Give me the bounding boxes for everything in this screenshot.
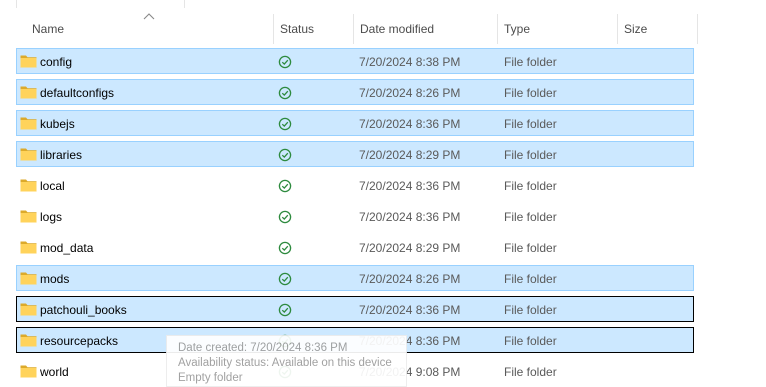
folder-icon <box>20 333 37 347</box>
file-name: mods <box>40 272 70 286</box>
file-type: File folder <box>504 210 557 224</box>
folder-icon <box>20 240 37 254</box>
file-name: kubejs <box>40 117 75 131</box>
sync-check-icon <box>278 117 292 131</box>
file-type: File folder <box>504 179 557 193</box>
folder-icon <box>20 209 37 223</box>
file-type: File folder <box>504 117 557 131</box>
tooltip-availability: Availability status: Available on this d… <box>178 357 392 369</box>
folder-icon <box>20 147 37 161</box>
file-name: logs <box>40 210 63 224</box>
file-date-modified: 7/20/2024 8:38 PM <box>359 55 461 69</box>
file-row[interactable]: mod_data 7/20/2024 8:29 PM File folder <box>16 234 694 260</box>
file-type: File folder <box>504 303 557 317</box>
column-header-bar: Name Status Date modified Type Size <box>0 13 766 46</box>
file-name: libraries <box>40 148 83 162</box>
sync-check-icon <box>278 210 292 224</box>
sync-check-icon <box>278 55 292 69</box>
file-name: defaultconfigs <box>40 86 115 100</box>
folder-icon <box>20 178 37 192</box>
file-row[interactable]: patchouli_books 7/20/2024 8:36 PM File fol… <box>16 296 694 322</box>
file-type: File folder <box>504 148 557 162</box>
tooltip-contents: Empty folder <box>178 372 243 384</box>
folder-icon <box>20 271 37 285</box>
file-date-modified: 7/20/2024 8:26 PM <box>359 272 461 286</box>
file-date-modified: 7/20/2024 8:36 PM <box>359 179 461 193</box>
sync-check-icon <box>278 148 292 162</box>
folder-icon <box>20 54 37 68</box>
file-name: config <box>40 55 73 69</box>
top-strip <box>0 0 766 10</box>
file-row[interactable]: defaultconfigs 7/20/2024 8:26 PM File fold… <box>16 79 694 105</box>
sync-check-icon <box>278 86 292 100</box>
file-type: File folder <box>504 86 557 100</box>
file-type: File folder <box>504 55 557 69</box>
file-name: local <box>40 179 65 193</box>
folder-icon <box>20 116 37 130</box>
sync-check-icon <box>278 272 292 286</box>
sync-check-icon <box>278 241 292 255</box>
file-row[interactable]: mods 7/20/2024 8:26 PM File folder <box>16 265 694 291</box>
folder-icon <box>20 85 37 99</box>
top-strip-segment <box>16 0 185 8</box>
file-name: patchouli_books <box>40 303 127 317</box>
file-date-modified: 7/20/2024 8:26 PM <box>359 86 461 100</box>
tooltip-date-created: Date created: 7/20/2024 8:36 PM <box>178 342 348 354</box>
column-header-type[interactable]: Type <box>498 14 618 44</box>
file-type: File folder <box>504 365 557 379</box>
sync-check-icon <box>278 303 292 317</box>
file-name: world <box>40 365 69 379</box>
file-date-modified: 7/20/2024 8:36 PM <box>359 117 461 131</box>
column-header-date-modified[interactable]: Date modified <box>354 14 498 44</box>
file-type: File folder <box>504 241 557 255</box>
file-row[interactable]: libraries 7/20/2024 8:29 PM File folder <box>16 141 694 167</box>
folder-icon <box>20 302 37 316</box>
file-row[interactable]: config 7/20/2024 8:38 PM File folder <box>16 48 694 74</box>
file-date-modified: 7/20/2024 8:36 PM <box>359 210 461 224</box>
top-strip-segment <box>0 0 17 8</box>
sync-check-icon <box>278 179 292 193</box>
file-name: resourcepacks <box>40 334 119 348</box>
file-row[interactable]: kubejs 7/20/2024 8:36 PM File folder <box>16 110 694 136</box>
file-row[interactable]: logs 7/20/2024 8:36 PM File folder <box>16 203 694 229</box>
file-row[interactable]: local 7/20/2024 8:36 PM File folder <box>16 172 694 198</box>
column-header-name[interactable]: Name <box>26 14 274 44</box>
file-date-modified: 7/20/2024 8:36 PM <box>359 303 461 317</box>
folder-icon <box>20 364 37 378</box>
file-type: File folder <box>504 334 557 348</box>
file-name: mod_data <box>40 241 94 255</box>
file-type: File folder <box>504 272 557 286</box>
column-header-size[interactable]: Size <box>618 14 698 44</box>
file-date-modified: 7/20/2024 8:29 PM <box>359 148 461 162</box>
file-date-modified: 7/20/2024 8:29 PM <box>359 241 461 255</box>
column-header-status[interactable]: Status <box>274 14 354 44</box>
file-tooltip: Date created: 7/20/2024 8:36 PM Availabi… <box>166 335 407 387</box>
